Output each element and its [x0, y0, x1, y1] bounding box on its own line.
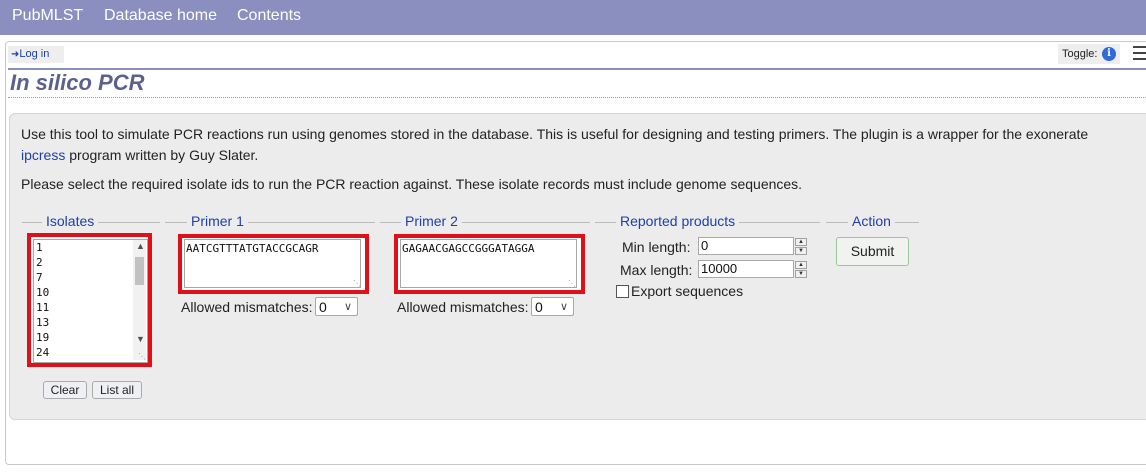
ipcress-link[interactable]: ipcress — [21, 147, 65, 163]
export-sequences-checkbox[interactable] — [616, 285, 629, 298]
primer1-input[interactable]: AATCGTTTATGTACCGCAGR — [184, 239, 361, 288]
chevron-down-icon: ∨ — [343, 301, 352, 313]
min-length-input[interactable]: 0 — [698, 237, 794, 255]
list-item[interactable]: 1 — [36, 241, 43, 254]
resize-grip-icon[interactable]: ⋱ — [568, 279, 576, 288]
products-fieldset: Reported products — [595, 213, 820, 229]
list-item[interactable]: 13 — [36, 316, 49, 329]
primer2-mismatch-select[interactable]: 0 ∨ — [531, 297, 574, 316]
list-item[interactable]: 11 — [36, 301, 49, 314]
nav-contents[interactable]: Contents — [237, 7, 301, 25]
primer2-input[interactable]: GAGAACGAGCCGGGATAGGA — [400, 239, 577, 288]
primer2-legend: Primer 2 — [401, 213, 462, 229]
products-legend: Reported products — [616, 213, 740, 229]
hamburger-menu-icon[interactable] — [1133, 46, 1146, 62]
primer1-legend: Primer 1 — [187, 213, 248, 229]
primer1-mismatch-label: Allowed mismatches: — [181, 299, 313, 315]
clear-button[interactable]: Clear — [43, 381, 87, 399]
action-fieldset: Action — [826, 213, 919, 229]
top-nav: PubMLST Database home Contents — [0, 0, 1146, 35]
chevron-down-icon: ∨ — [559, 301, 568, 313]
list-item[interactable]: 7 — [36, 271, 43, 284]
nav-database-home[interactable]: Database home — [104, 7, 217, 25]
min-length-spinner[interactable]: ▲ ▼ — [795, 238, 807, 255]
list-item[interactable]: 24 — [36, 346, 49, 359]
nav-pubmlst[interactable]: PubMLST — [12, 7, 83, 25]
header-rule — [8, 68, 1146, 70]
toggle-control[interactable]: Toggle: i — [1058, 44, 1120, 64]
resize-grip-icon[interactable]: ⋱ — [353, 279, 361, 288]
isolates-scroll-thumb[interactable] — [135, 257, 144, 285]
scroll-up-icon[interactable]: ▲ — [136, 241, 145, 251]
list-item[interactable]: 10 — [36, 286, 49, 299]
action-legend: Action — [848, 213, 895, 229]
list-item[interactable]: 2 — [36, 256, 43, 269]
max-length-input[interactable]: 10000 — [698, 260, 794, 278]
primer1-mismatch-select[interactable]: 0 ∨ — [315, 297, 358, 316]
isolates-listbox[interactable]: 1 2 7 10 11 13 19 24 — [33, 239, 148, 363]
min-length-label: Min length: — [622, 239, 691, 255]
primer2-mismatch-label: Allowed mismatches: — [397, 299, 529, 315]
page-title: In silico PCR — [10, 70, 145, 95]
title-divider — [8, 97, 1146, 98]
login-link[interactable]: ➜Log in — [8, 46, 64, 63]
instruction-text: Please select the required isolate ids t… — [21, 176, 803, 192]
primer2-fieldset: Primer 2 — [380, 213, 590, 229]
submit-button[interactable]: Submit — [836, 237, 909, 266]
scroll-down-icon[interactable]: ▼ — [136, 334, 145, 344]
max-length-spinner[interactable]: ▲ ▼ — [795, 261, 807, 278]
primer1-fieldset: Primer 1 — [165, 213, 375, 229]
list-all-button[interactable]: List all — [92, 381, 142, 399]
list-item[interactable]: 19 — [36, 331, 49, 344]
resize-grip-icon[interactable]: ⋱ — [138, 352, 146, 361]
info-icon[interactable]: i — [1102, 47, 1116, 61]
isolates-legend: Isolates — [42, 213, 99, 229]
max-length-label: Max length: — [620, 262, 693, 278]
intro-text: Use this tool to simulate PCR reactions … — [21, 126, 1089, 163]
export-sequences-label: Export sequences — [631, 283, 744, 299]
isolates-fieldset: Isolates — [22, 213, 160, 229]
